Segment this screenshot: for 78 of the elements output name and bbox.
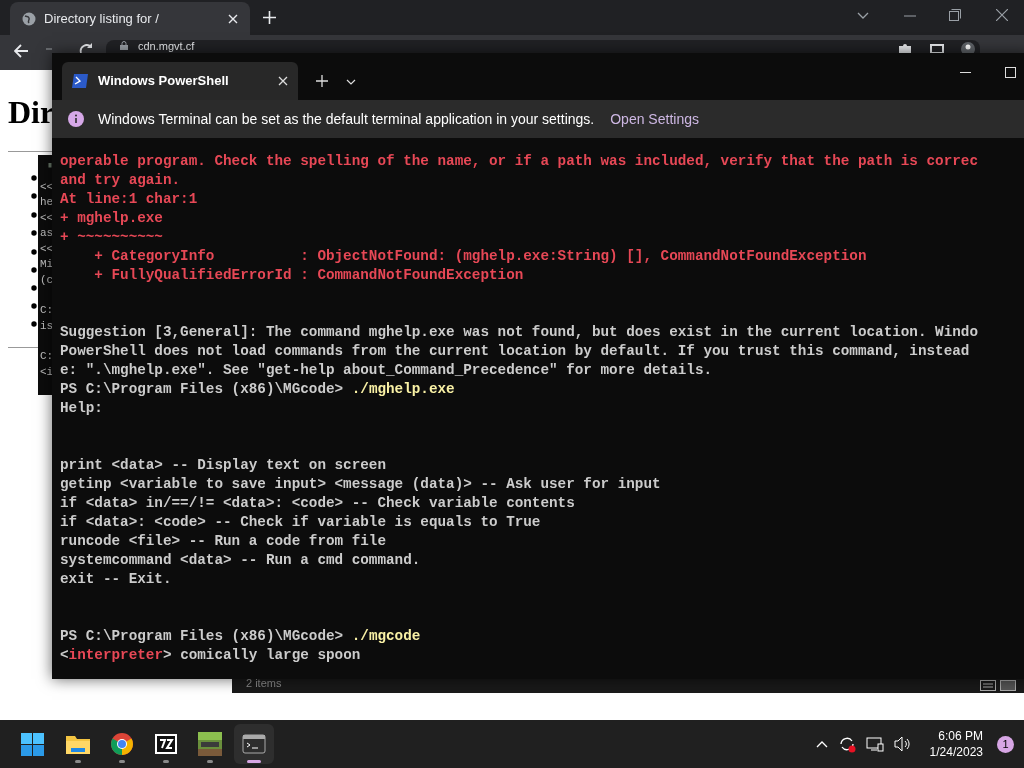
output-text: > comically large spoon [162,646,361,665]
console-text: as [40,226,55,241]
command-text: ./mghelp.exe [351,380,455,399]
output-text: systemcommand <data> -- Run a cmd command. [60,551,421,570]
console-text: Mi [40,257,55,272]
console-text: he [40,195,55,210]
sync-alert-icon[interactable] [837,735,856,753]
console-text: C: [40,349,55,364]
output-text: PowerShell does not load commands from the current location by default. If you trust this command, instead [60,342,970,361]
close-icon[interactable] [996,9,1008,21]
start-icon[interactable] [21,732,44,756]
open-settings-link[interactable]: Open Settings [610,108,699,130]
puzzle-icon[interactable] [898,44,912,53]
console-text: << [40,241,55,257]
page-heading: Dir [8,93,55,132]
new-tab-icon[interactable] [263,11,276,24]
chevron-up-icon[interactable] [815,740,828,748]
address-bar[interactable]: cdn.mgvt.cf [106,40,980,53]
error-text: + mghelp.exe [60,209,163,228]
maximize-icon[interactable] [1005,67,1016,78]
details-view-icon[interactable] [980,680,996,691]
output-text: if <data> in/==/!= <data>: <code> -- Check variable contents [60,494,575,513]
command-text: ./mgcode [351,627,421,646]
error-text: interpreter [68,646,163,665]
output-text: < [60,646,69,665]
powershell-icon [72,74,88,88]
sidebar-icon[interactable] [930,44,944,53]
terminal-tab[interactable]: Windows PowerShell [62,62,298,100]
tab-title: Windows PowerShell [98,72,230,91]
profile-icon[interactable] [961,42,975,53]
error-text: and try again. [60,171,181,190]
error-text: operable program. Check the spelling of the name, or if a path was included, verify that the path is correc [60,152,978,171]
error-text: + CategoryInfo : ObjectNotFound: (mghelp.exe:String) [], CommandNotFoundException [93,247,867,266]
terminal-icon [242,734,266,754]
notification-badge[interactable]: 1 [997,735,1014,753]
output-text: e: ".\mghelp.exe". See "get-help about_Command_Precedence" for more details. [60,361,713,380]
tab-title: Directory listing for / [44,9,160,28]
address-text: cdn.mgvt.cf [138,41,195,52]
error-text: At line:1 char:1 [60,190,198,209]
new-tab-icon[interactable] [316,75,328,87]
browser-tab[interactable]: Directory listing for / [10,2,250,35]
notice-text: Windows Terminal can be set as the default terminal application in your settings. [98,109,595,129]
chrome-icon [110,732,134,756]
chevron-down-icon[interactable] [857,12,869,20]
clock-time[interactable]: 6:06 PM [938,728,983,744]
folder-icon [65,733,91,755]
error-text: + FullyQualifiedErrorId : CommandNotFoundException [93,266,524,285]
console-text: << [40,210,55,226]
globe-icon [22,11,36,26]
output-text: runcode <file> -- Run a code from file [60,532,387,551]
console-text: C: [40,303,55,318]
taskbar-app[interactable] [234,724,274,764]
console-text: << [40,179,55,195]
output-text: Help: [60,399,103,418]
error-text: + ~~~~~~~~~~ [60,228,163,247]
volume-icon[interactable] [893,736,912,752]
block-game-icon [198,732,222,756]
output-text: getinp <variable to save input> <message (data)> -- Ask user for input [60,475,661,494]
archive-icon [154,733,178,755]
window-icon [46,163,54,168]
network-icon[interactable] [865,736,884,752]
console-text: is [40,318,55,334]
tiles-view-icon[interactable] [1000,680,1016,691]
output-text: PS C:\Program Files (x86)\MGcode> [60,627,345,646]
console-text: <i [40,364,55,380]
item-count: 2 items [246,675,282,691]
lock-icon [120,41,128,50]
output-text: print <data> -- Display text on screen [60,456,387,475]
output-text: if <data>: <code> -- Check if variable is equals to True [60,513,541,532]
back-arrow-icon[interactable] [14,44,29,58]
output-text: Suggestion [3,General]: The command mghelp.exe was not found, but does exist in the current location. Windo [60,323,978,342]
output-text: PS C:\Program Files (x86)\MGcode> [60,380,345,399]
console-text: (c [40,272,55,288]
info-icon [68,111,84,127]
output-text: exit -- Exit. [60,570,172,589]
reload-icon[interactable] [79,43,93,53]
restore-icon[interactable] [949,9,961,21]
clock-date[interactable]: 1/24/2023 [929,744,983,760]
